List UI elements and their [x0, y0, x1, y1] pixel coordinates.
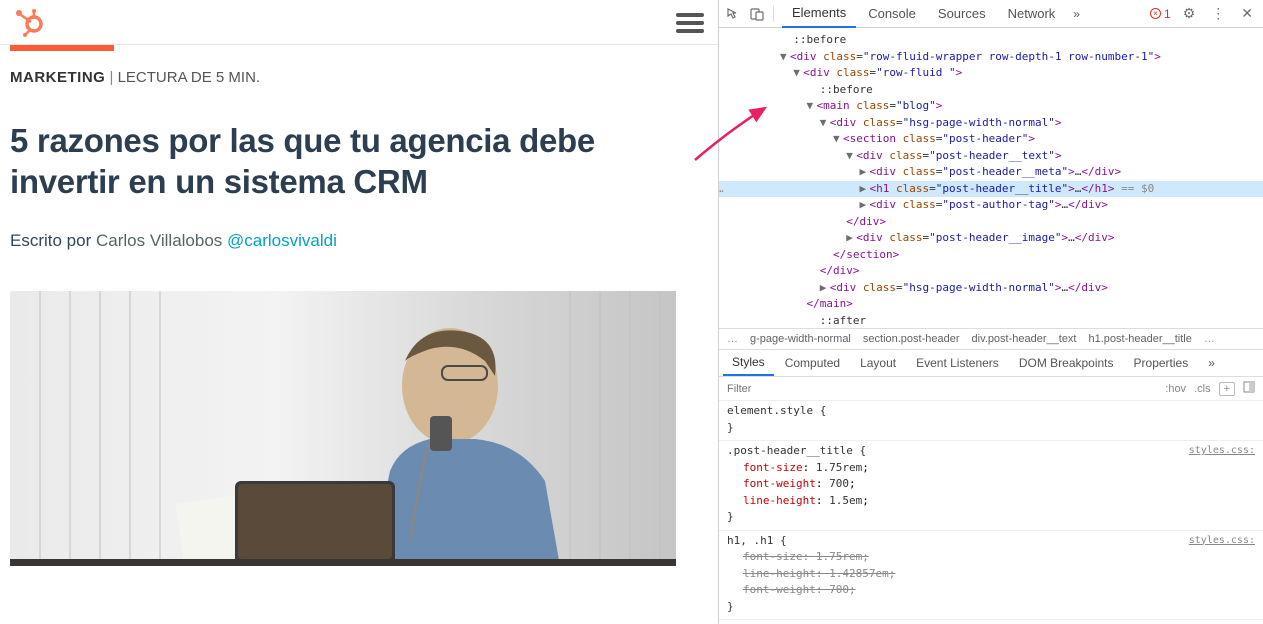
- category-label[interactable]: MARKETING: [10, 69, 105, 86]
- cls-toggle[interactable]: .cls: [1194, 383, 1211, 395]
- styles-filter-row: :hov .cls +: [719, 377, 1263, 401]
- rule-headings: styles.css: h1, h2, h3, h4, h5, h6, .h1,…: [719, 620, 1263, 624]
- devtools-panel: Elements Console Sources Network » ×1 ⚙ …: [718, 0, 1263, 624]
- selected-dom-node: ▶<h1 class="post-header__title">…</h1> =…: [719, 181, 1263, 198]
- tab-elements[interactable]: Elements: [782, 0, 856, 28]
- error-badge[interactable]: ×1: [1150, 7, 1171, 21]
- read-time: LECTURA DE 5 MIN.: [118, 69, 261, 86]
- hov-toggle[interactable]: :hov: [1165, 383, 1186, 395]
- tab-properties[interactable]: Properties: [1125, 351, 1198, 375]
- article-content: MARKETING | LECTURA DE 5 MIN. 5 razones …: [0, 45, 718, 566]
- tab-computed[interactable]: Computed: [776, 351, 849, 375]
- styles-filter-input[interactable]: [719, 380, 1157, 398]
- site-header: [0, 0, 718, 45]
- rule-post-header-title: styles.css: .post-header__title { font-s…: [719, 441, 1263, 531]
- tab-dom-breakpoints[interactable]: DOM Breakpoints: [1010, 351, 1123, 375]
- styles-tabs: Styles Computed Layout Event Listeners D…: [719, 350, 1263, 377]
- post-meta: MARKETING | LECTURA DE 5 MIN.: [10, 69, 708, 86]
- styles-pane[interactable]: element.style { } styles.css: .post-head…: [719, 401, 1263, 624]
- author-name: Carlos Villalobos: [96, 231, 227, 250]
- gear-icon[interactable]: ⚙: [1179, 5, 1200, 22]
- webpage-pane: MARKETING | LECTURA DE 5 MIN. 5 razones …: [0, 0, 718, 624]
- close-icon[interactable]: ✕: [1237, 5, 1257, 22]
- author-handle[interactable]: @carlosvivaldi: [227, 231, 337, 250]
- tabs-overflow[interactable]: »: [1067, 3, 1086, 25]
- tab-layout[interactable]: Layout: [851, 351, 905, 375]
- source-link[interactable]: styles.css:: [1189, 443, 1255, 458]
- hero-image: [10, 291, 676, 566]
- accent-bar: [10, 45, 114, 51]
- tab-styles[interactable]: Styles: [723, 350, 774, 376]
- byline: Escrito por Carlos Villalobos @carlosviv…: [10, 231, 708, 251]
- tab-event-listeners[interactable]: Event Listeners: [907, 351, 1008, 375]
- menu-icon[interactable]: [676, 13, 704, 33]
- tab-console[interactable]: Console: [858, 0, 926, 27]
- styles-tabs-overflow[interactable]: »: [1199, 351, 1224, 375]
- dom-breadcrumb[interactable]: … g-page-width-normal section.post-heade…: [719, 328, 1263, 350]
- dom-tree[interactable]: ::before ▼<div class="row-fluid-wrapper …: [719, 28, 1263, 328]
- inspect-icon[interactable]: [725, 6, 741, 22]
- styles-pane-menu-icon[interactable]: [1243, 381, 1255, 396]
- new-rule-button[interactable]: +: [1219, 382, 1235, 396]
- hubspot-logo[interactable]: [14, 8, 44, 38]
- source-link[interactable]: styles.css:: [1189, 533, 1255, 548]
- kebab-icon[interactable]: ⋮: [1207, 5, 1229, 22]
- device-icon[interactable]: [749, 6, 765, 22]
- tab-network[interactable]: Network: [998, 0, 1066, 27]
- post-title: 5 razones por las que tu agencia debe in…: [10, 120, 708, 203]
- rule-h1: styles.css: h1, .h1 { font-size: 1.75rem…: [719, 531, 1263, 621]
- rule-element-style: element.style { }: [719, 401, 1263, 441]
- tab-sources[interactable]: Sources: [928, 0, 996, 27]
- devtools-tabs: Elements Console Sources Network »: [782, 0, 1142, 28]
- byline-prefix: Escrito por: [10, 231, 96, 250]
- devtools-toolbar: Elements Console Sources Network » ×1 ⚙ …: [719, 0, 1263, 28]
